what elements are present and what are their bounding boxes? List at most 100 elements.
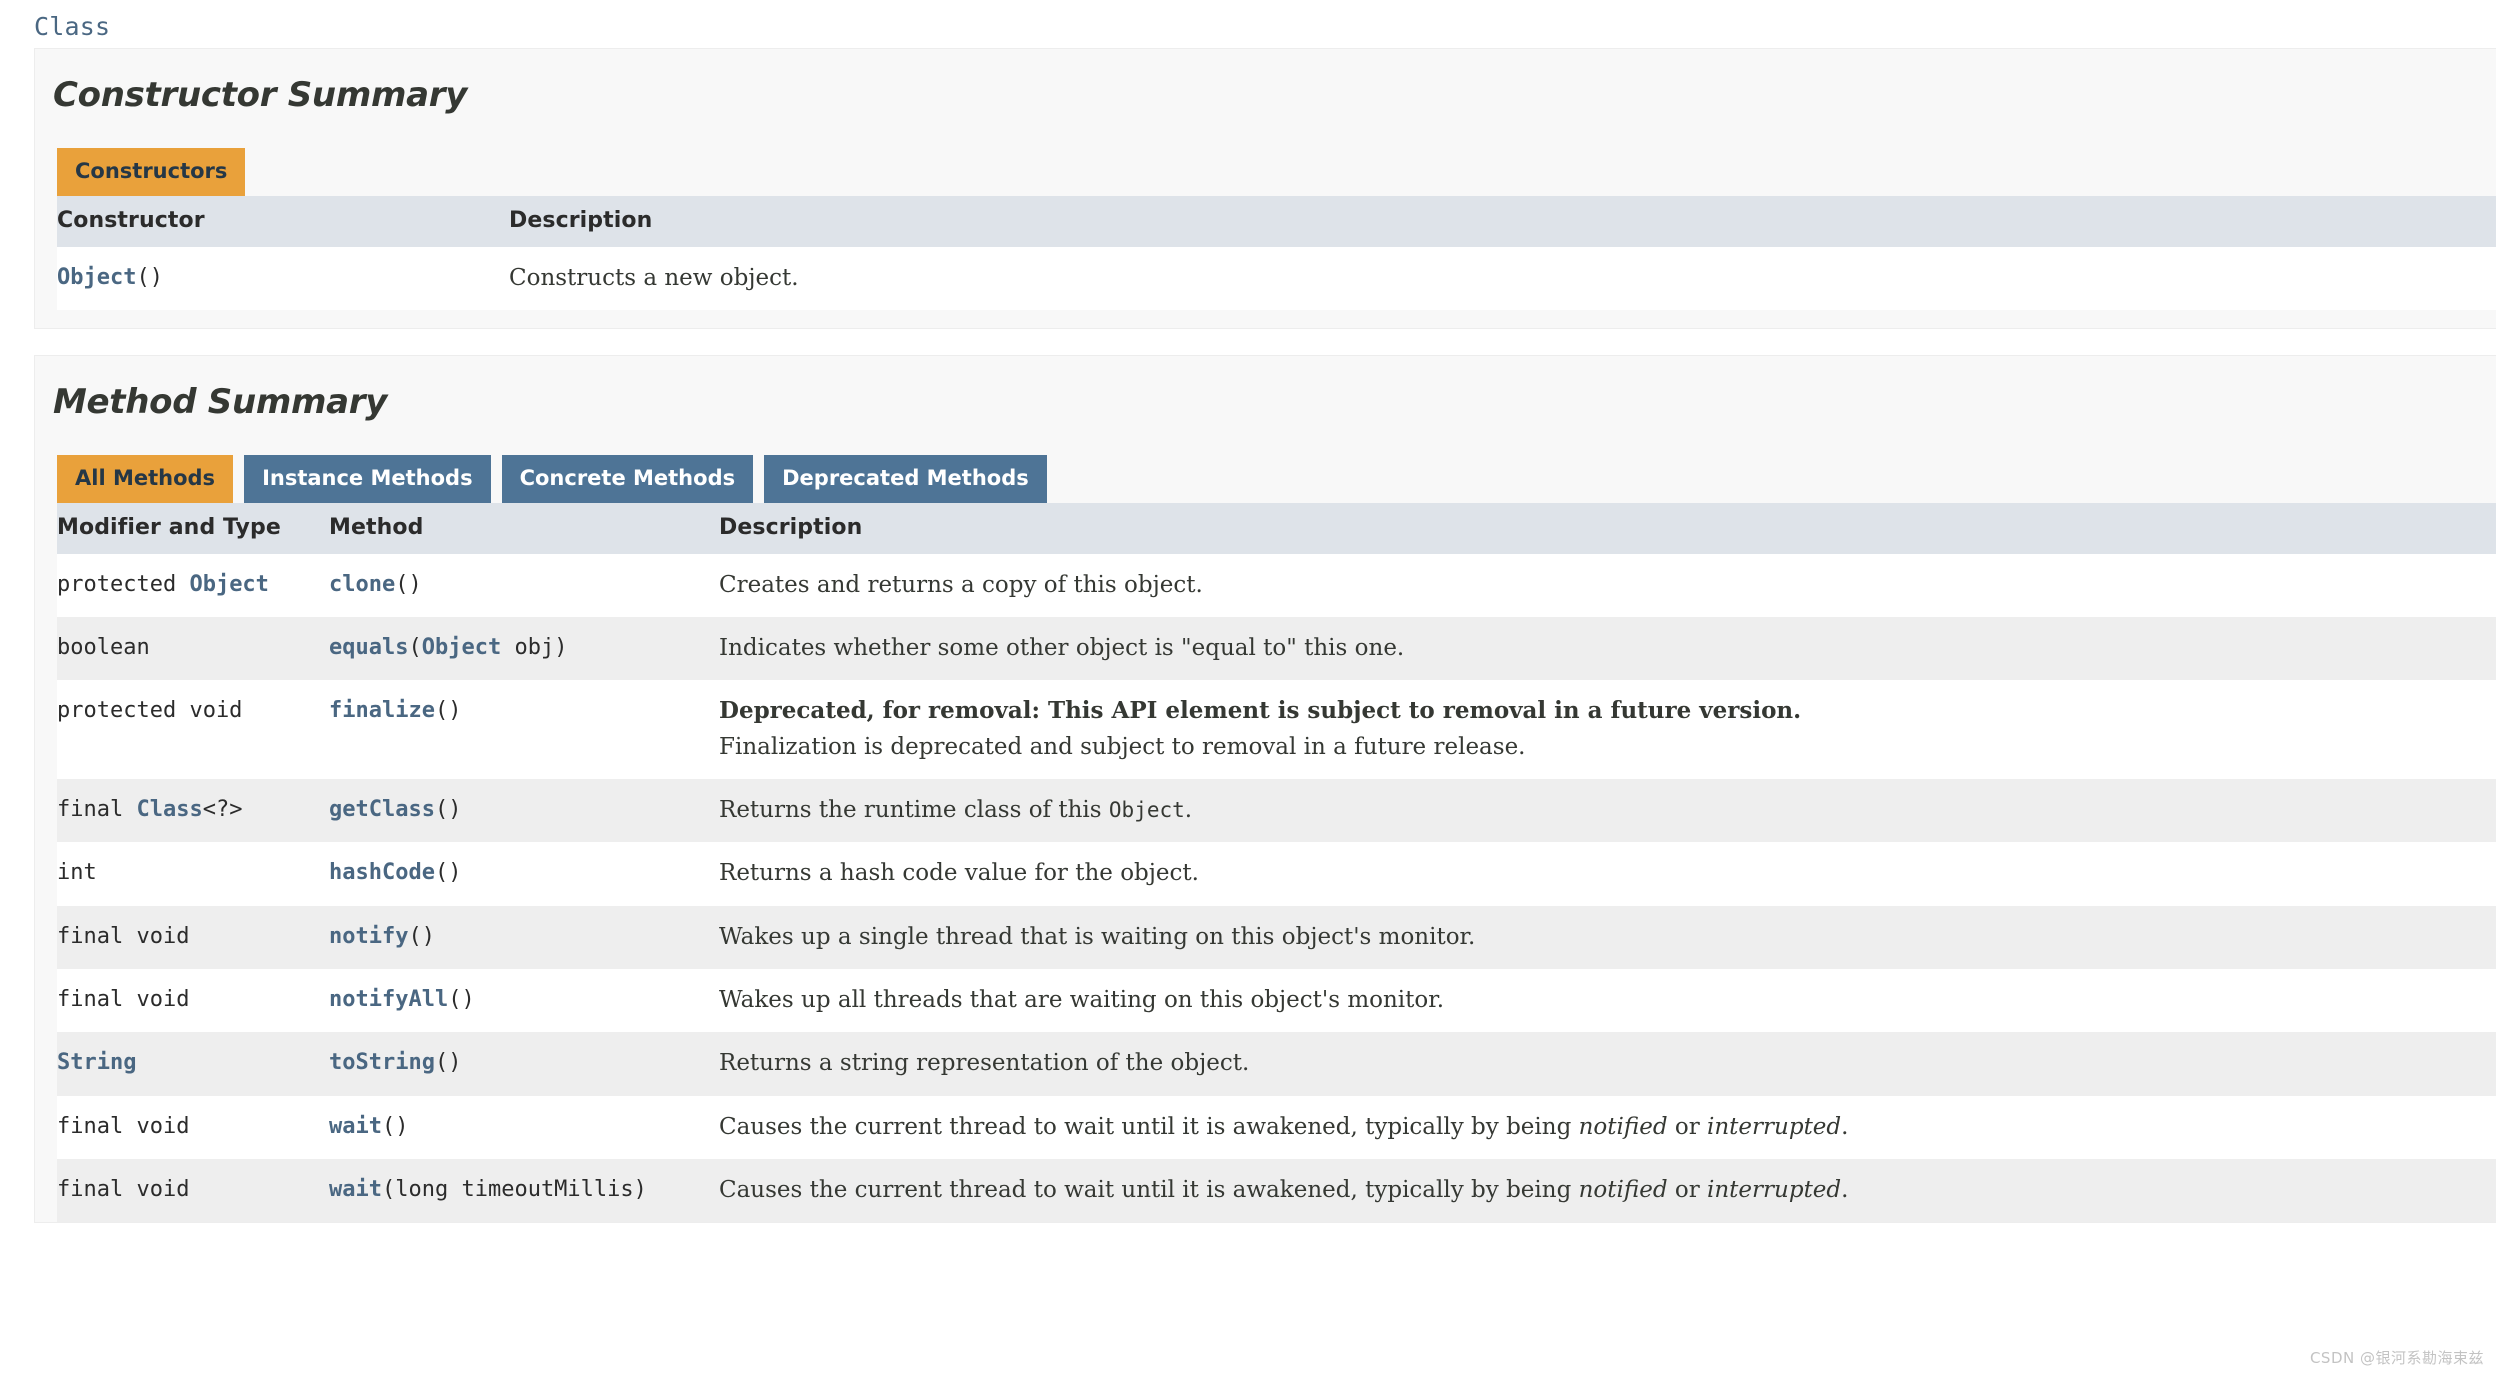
constructor-description-cell: Constructs a new object. <box>509 246 2496 310</box>
emphasis-notified: notified <box>1578 1177 1668 1204</box>
constructor-summary-title: Constructor Summary <box>53 75 468 115</box>
table-row: int hashCode() Returns a hash code value… <box>57 842 2496 906</box>
column-header-description: Description <box>509 196 2496 247</box>
method-link-clone[interactable]: clone <box>329 572 395 597</box>
method-signature-cell: equals(Object obj) <box>329 616 719 681</box>
tab-all-methods[interactable]: All Methods <box>57 455 234 504</box>
modifier-text: protected <box>57 571 190 597</box>
type-link-string[interactable]: String <box>57 1050 136 1075</box>
method-signature-cell: finalize() <box>329 680 719 779</box>
description-mid: or <box>1667 1113 1708 1140</box>
page-title: Class <box>34 12 111 41</box>
column-header-description: Description <box>719 503 2496 554</box>
table-header-row: Constructor Description <box>57 196 2496 247</box>
type-link-class[interactable]: Class <box>136 797 202 822</box>
method-link-wait-timeout[interactable]: wait <box>329 1177 382 1202</box>
method-link-hashcode[interactable]: hashCode <box>329 860 435 885</box>
emphasis-notified: notified <box>1578 1113 1668 1140</box>
method-link-notify[interactable]: notify <box>329 924 408 949</box>
method-link-finalize[interactable]: finalize <box>329 698 435 723</box>
constructor-link-object[interactable]: Object <box>57 265 136 290</box>
method-signature-cell: notify() <box>329 905 719 970</box>
column-header-method: Method <box>329 503 719 554</box>
param-type-long: long <box>395 1177 449 1203</box>
table-row: boolean equals(Object obj) Indicates whe… <box>57 616 2496 681</box>
method-link-notifyall[interactable]: notifyAll <box>329 987 448 1012</box>
constructor-tab-bar: Constructors <box>35 114 2496 197</box>
method-tab-bar: All Methods Instance Methods Concrete Me… <box>35 421 2496 504</box>
paren-open: ( <box>408 634 422 660</box>
method-summary-table: Modifier and Type Method Description pro… <box>57 503 2496 1223</box>
method-link-wait[interactable]: wait <box>329 1114 382 1139</box>
deprecated-notice: Deprecated, for removal: This API elemen… <box>719 697 1802 725</box>
method-modifier-cell: final void <box>57 1159 329 1223</box>
paren-close: ) <box>554 634 568 660</box>
method-description-cell: Deprecated, for removal: This API elemen… <box>719 680 2496 779</box>
method-modifier-cell: String <box>57 1032 329 1096</box>
param-name-obj: obj <box>514 634 555 660</box>
constructor-signature-cell: Object() <box>57 246 509 310</box>
method-summary-title: Method Summary <box>53 381 388 422</box>
constructor-summary-section: Constructor Summary Constructors Constru… <box>34 48 2496 329</box>
method-link-tostring[interactable]: toString <box>329 1050 435 1075</box>
method-modifier-cell: protected Object <box>57 553 329 617</box>
tab-constructors[interactable]: Constructors <box>57 148 246 197</box>
method-args: () <box>395 571 422 597</box>
description-prefix: Causes the current thread to wait until … <box>719 1177 1579 1204</box>
emphasis-interrupted: interrupted <box>1707 1177 1842 1204</box>
page-header: Class <box>0 0 2496 40</box>
method-args: () <box>434 860 462 886</box>
method-description-cell: Returns a string representation of the o… <box>719 1032 2496 1096</box>
method-modifier-cell: int <box>57 842 329 906</box>
method-description-cell: Causes the current thread to wait until … <box>719 1095 2496 1160</box>
table-header-row: Modifier and Type Method Description <box>57 503 2496 554</box>
column-header-modifier-and-type: Modifier and Type <box>57 503 329 554</box>
param-name <box>501 635 514 660</box>
paren-open: ( <box>381 1177 396 1203</box>
method-description-cell: Wakes up a single thread that is waiting… <box>719 905 2496 970</box>
param-type-link-object[interactable]: Object <box>422 635 501 660</box>
deprecated-detail: Finalization is deprecated and subject t… <box>719 733 1526 760</box>
method-description-cell: Creates and returns a copy of this objec… <box>719 553 2496 617</box>
method-args: () <box>408 923 435 949</box>
method-link-equals[interactable]: equals <box>329 635 408 660</box>
method-signature-cell: hashCode() <box>329 842 719 906</box>
method-description-cell: Wakes up all threads that are waiting on… <box>719 969 2496 1033</box>
inline-code-object: Object <box>1108 797 1185 822</box>
generic-wildcard: <?> <box>202 796 243 822</box>
description-mid: or <box>1667 1177 1708 1204</box>
table-row: final void notify() Wakes up a single th… <box>57 905 2496 970</box>
method-link-getclass[interactable]: getClass <box>329 797 435 822</box>
paren-close: ) <box>633 1177 647 1203</box>
modifier-text: final <box>57 796 137 822</box>
constructor-summary-table: Constructor Description Object() Constru… <box>57 196 2496 310</box>
constructor-table-spacer <box>35 310 2496 328</box>
table-row: protected void finalize() Deprecated, fo… <box>57 680 2496 779</box>
watermark: CSDN @银河系勘海束兹 <box>2309 1349 2484 1367</box>
tab-deprecated-methods[interactable]: Deprecated Methods <box>764 455 1047 504</box>
method-signature-cell: wait() <box>329 1095 719 1160</box>
method-summary-section: Method Summary All Methods Instance Meth… <box>34 354 2496 1224</box>
description-suffix: . <box>1841 1113 1849 1140</box>
type-link-object[interactable]: Object <box>189 572 268 597</box>
tab-instance-methods[interactable]: Instance Methods <box>244 455 491 504</box>
method-signature-cell: toString() <box>329 1032 719 1096</box>
table-row: String toString() Returns a string repre… <box>57 1032 2496 1096</box>
method-modifier-cell: final void <box>57 1095 329 1160</box>
description-prefix: Causes the current thread to wait until … <box>719 1113 1579 1140</box>
table-row: final void wait(long timeoutMillis) Caus… <box>57 1159 2496 1223</box>
method-signature-cell: getClass() <box>329 778 719 843</box>
emphasis-interrupted: interrupted <box>1707 1113 1842 1140</box>
method-description-cell: Returns the runtime class of this Object… <box>719 778 2496 843</box>
table-row: final void wait() Causes the current thr… <box>57 1095 2496 1160</box>
method-modifier-cell: final void <box>57 905 329 970</box>
method-modifier-cell: final void <box>57 969 329 1033</box>
table-row: Object() Constructs a new object. <box>57 246 2496 310</box>
table-row: final Class<?> getClass() Returns the ru… <box>57 778 2496 843</box>
param-name-timeoutmillis: timeoutMillis <box>461 1177 634 1203</box>
param-space <box>448 1177 461 1202</box>
description-suffix: . <box>1841 1177 1849 1204</box>
method-args: () <box>434 698 462 724</box>
tab-concrete-methods[interactable]: Concrete Methods <box>501 455 754 504</box>
method-modifier-cell: final Class<?> <box>57 778 329 843</box>
